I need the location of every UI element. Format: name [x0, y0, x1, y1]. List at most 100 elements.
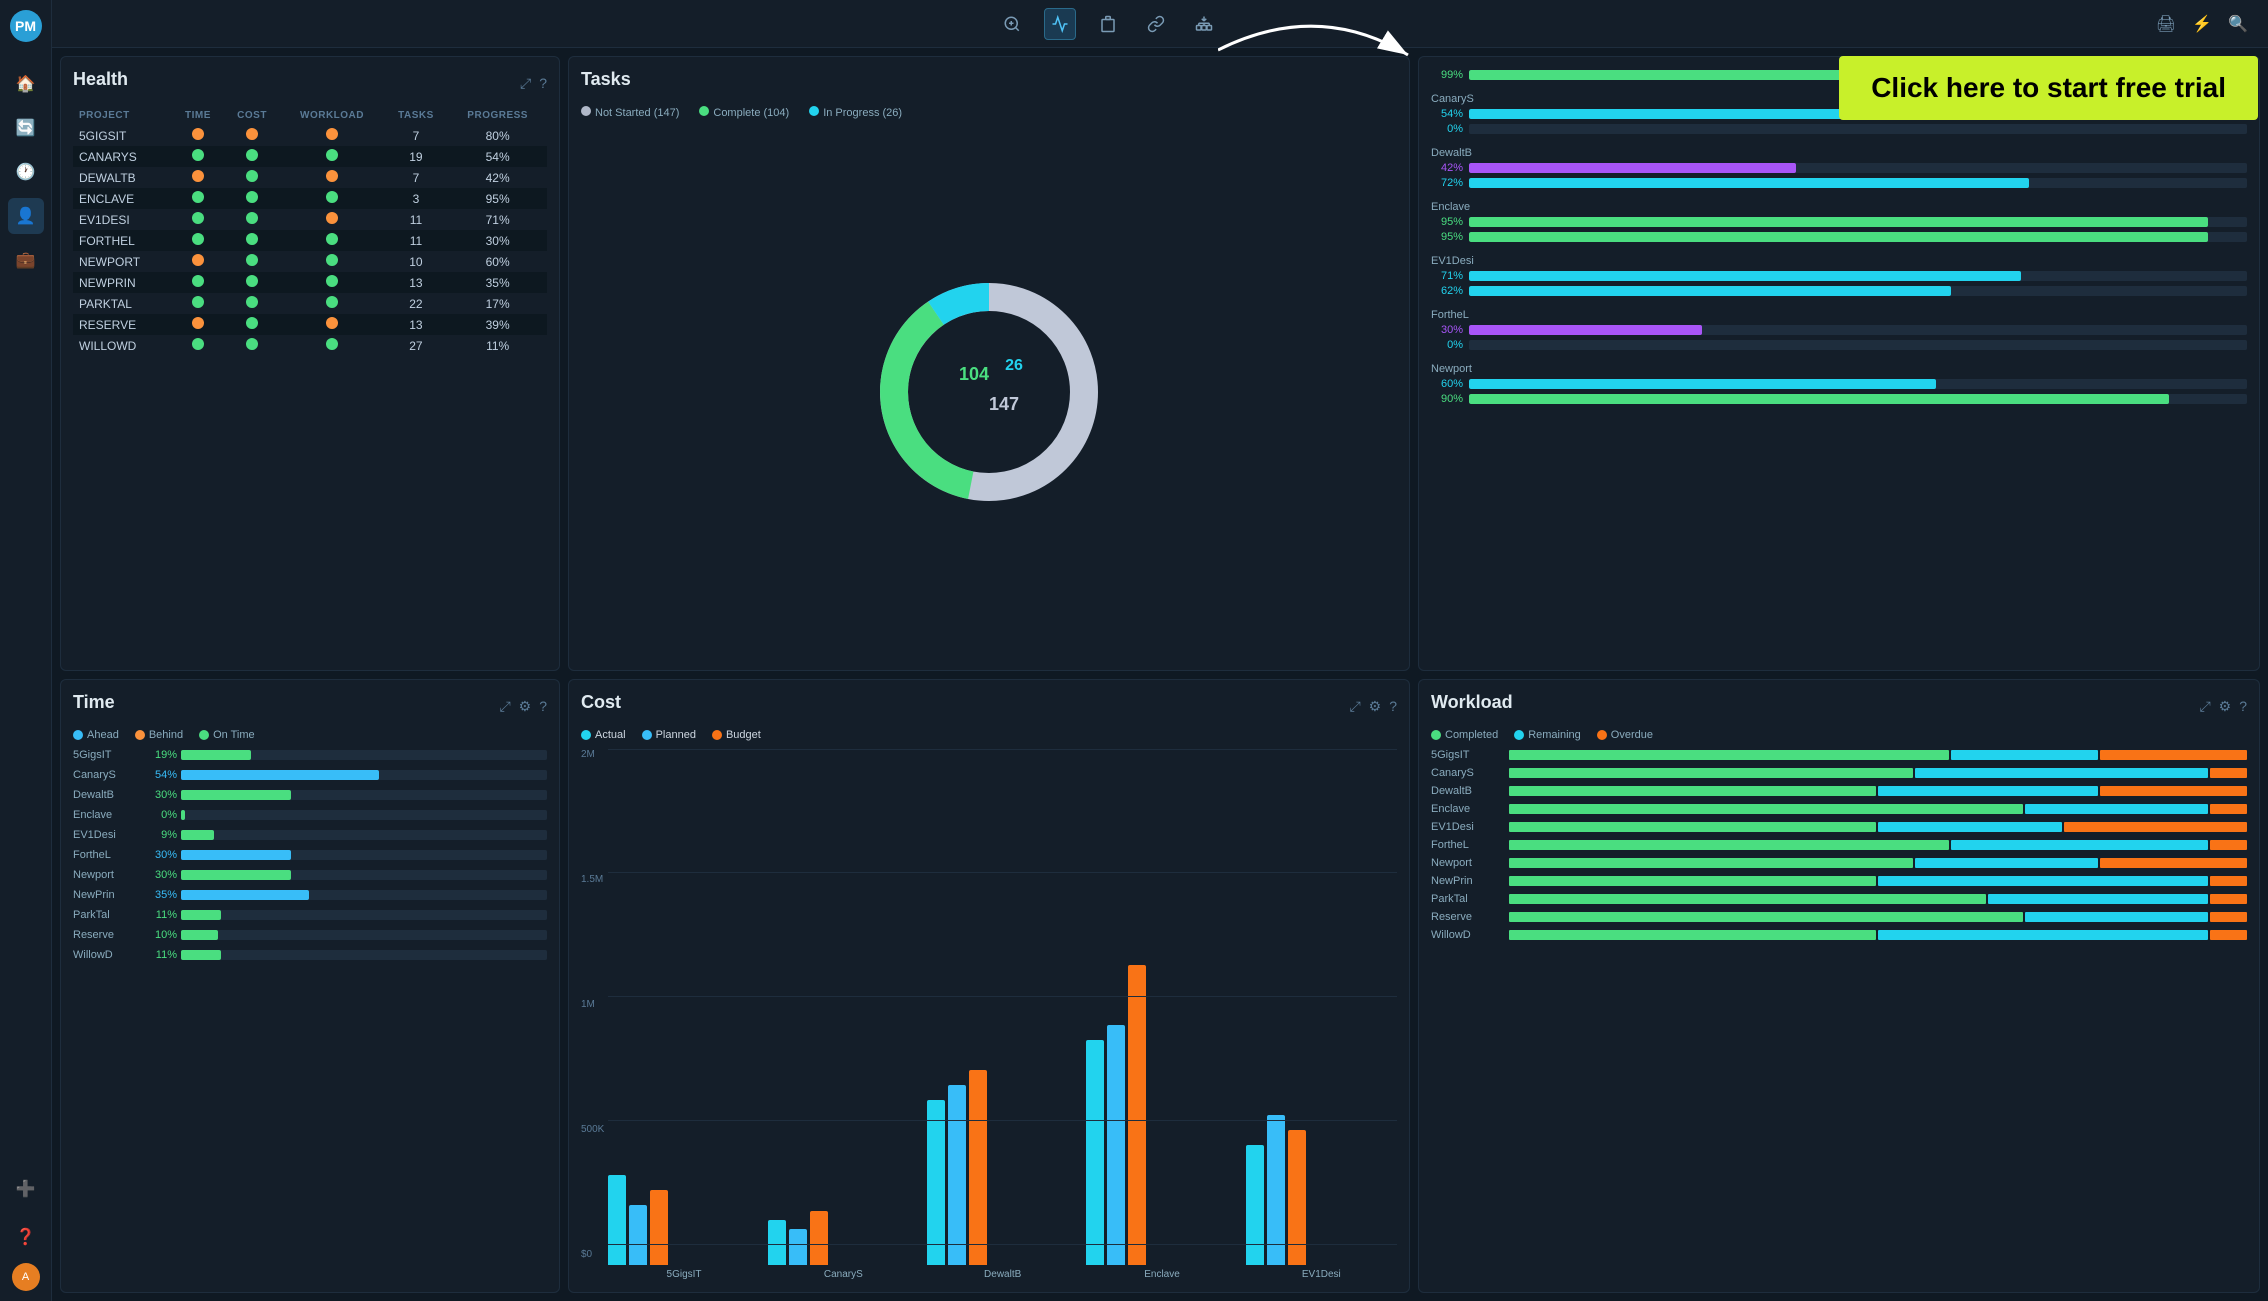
workload-indicator: [280, 146, 383, 167]
health-help-icon[interactable]: ?: [539, 75, 547, 92]
time-bar-bg: [181, 750, 547, 760]
wb-overdue: [2210, 876, 2247, 886]
wb-remaining: [1878, 876, 2208, 886]
workload-indicator: [280, 293, 383, 314]
progress-pct2: 62%: [1431, 285, 1463, 297]
toolbar-print-icon[interactable]: 🖨: [2156, 14, 2176, 34]
time-bar-bg: [181, 810, 547, 820]
progress-bg1: [1469, 217, 2247, 227]
user-avatar[interactable]: A: [12, 1263, 40, 1291]
svg-text:147: 147: [989, 394, 1019, 414]
toolbar-link-icon[interactable]: [1140, 8, 1172, 40]
time-bar-area: 11%: [141, 909, 547, 921]
project-name: WILLOWD: [73, 335, 172, 356]
time-bar-fill: [181, 790, 291, 800]
time-help-icon[interactable]: ?: [539, 698, 547, 715]
tasks-count: 13: [384, 272, 449, 293]
cost-expand-icon[interactable]: ⤢: [1349, 698, 1360, 715]
col-tasks: TASKS: [384, 106, 449, 125]
time-expand-icon[interactable]: ⤢: [499, 698, 510, 715]
toolbar-filter2-icon[interactable]: ⚡: [2192, 14, 2212, 34]
workload-help-icon[interactable]: ?: [2239, 698, 2247, 715]
health-title: Health: [73, 69, 128, 90]
sidebar-item-clock[interactable]: 🕐: [8, 154, 44, 190]
health-panel: Health ⤢ ? PROJECT TIME COST WORKLOAD TA…: [60, 56, 560, 671]
cost-bar-group: [927, 1070, 1078, 1265]
workload-row: WillowD: [1431, 929, 2247, 941]
cost-bar: [768, 1220, 786, 1265]
table-row: NEWPORT 10 60%: [73, 251, 547, 272]
toolbar-chart-icon[interactable]: [1044, 8, 1076, 40]
progress-bg2: [1469, 394, 2247, 404]
progress-bar-row2: 0%: [1431, 339, 2247, 351]
progress-label: DewaltB: [1431, 147, 2247, 159]
time-bar-fill: [181, 910, 221, 920]
time-indicator: [172, 167, 223, 188]
time-bar-bg: [181, 950, 547, 960]
time-indicator: [172, 251, 223, 272]
progress-bar-row1: 60%: [1431, 378, 2247, 390]
progress-value: 95%: [448, 188, 547, 209]
progress-fill1: [1469, 217, 2208, 227]
time-pct-label: 30%: [141, 869, 177, 881]
y-label: 500K: [581, 1124, 604, 1135]
workload-bar-group: [1509, 804, 2247, 814]
progress-bar-row2: 90%: [1431, 393, 2247, 405]
workload-project-label: Newport: [1431, 857, 1501, 869]
workload-bar-group: [1509, 858, 2247, 868]
progress-pct2: 90%: [1431, 393, 1463, 405]
time-gear-icon[interactable]: ⚙: [519, 698, 532, 715]
workload-row: ParkTal: [1431, 893, 2247, 905]
workload-project-label: Enclave: [1431, 803, 1501, 815]
time-bar-area: 9%: [141, 829, 547, 841]
health-expand-icon[interactable]: ⤢: [520, 75, 531, 92]
progress-value: 54%: [448, 146, 547, 167]
cost-header: Cost ⤢ ⚙ ?: [581, 692, 1397, 721]
progress-bg2: [1469, 340, 2247, 350]
progress-pct1: 60%: [1431, 378, 1463, 390]
toolbar-tree-icon[interactable]: [1188, 8, 1220, 40]
wb-completed: [1509, 858, 1913, 868]
progress-row: Enclave 95% 95%: [1431, 201, 2247, 243]
sidebar-item-add[interactable]: ➕: [8, 1171, 44, 1207]
toolbar-filter-icon[interactable]: [996, 8, 1028, 40]
progress-panel: 99% CanaryS 54% 0% DewaltB 42%: [1418, 56, 2260, 671]
time-pct-label: 0%: [141, 809, 177, 821]
progress-bar-row2: 62%: [1431, 285, 2247, 297]
workload-indicator: [280, 230, 383, 251]
workload-bar-group: [1509, 930, 2247, 940]
col-project: PROJECT: [73, 106, 172, 125]
sidebar-item-briefcase[interactable]: 💼: [8, 242, 44, 278]
project-name: NEWPORT: [73, 251, 172, 272]
app-logo[interactable]: PM: [10, 10, 42, 42]
health-header: Health ⤢ ?: [73, 69, 547, 98]
sidebar-item-refresh[interactable]: 🔄: [8, 110, 44, 146]
time-indicator: [172, 335, 223, 356]
cost-help-icon[interactable]: ?: [1389, 698, 1397, 715]
sidebar-item-user[interactable]: 👤: [8, 198, 44, 234]
toolbar-clipboard-icon[interactable]: [1092, 8, 1124, 40]
time-bar-fill: [181, 830, 214, 840]
cost-bar: [1267, 1115, 1285, 1265]
sidebar-item-home[interactable]: 🏠: [8, 66, 44, 102]
cost-gear-icon[interactable]: ⚙: [1369, 698, 1382, 715]
workload-legend-label: Remaining: [1528, 729, 1581, 741]
project-name: ENCLAVE: [73, 188, 172, 209]
time-actions: ⤢ ⚙ ?: [499, 698, 547, 715]
toolbar-search-icon[interactable]: 🔍: [2228, 14, 2248, 34]
progress-label: Enclave: [1431, 201, 2247, 213]
workload-gear-icon[interactable]: ⚙: [2219, 698, 2232, 715]
time-bar-fill: [181, 810, 185, 820]
time-indicator: [172, 146, 223, 167]
progress-value: 60%: [448, 251, 547, 272]
progress-fill1: [1469, 379, 1936, 389]
cta-banner[interactable]: Click here to start free trial: [1839, 56, 2258, 120]
sidebar-item-help[interactable]: ❓: [8, 1219, 44, 1255]
workload-header: Workload ⤢ ⚙ ?: [1431, 692, 2247, 721]
workload-expand-icon[interactable]: ⤢: [2199, 698, 2210, 715]
time-bar-area: 10%: [141, 929, 547, 941]
time-pct-label: 30%: [141, 789, 177, 801]
time-row: WillowD 11%: [73, 949, 547, 961]
progress-fill2: [1469, 286, 1951, 296]
wb-remaining: [1915, 768, 2209, 778]
